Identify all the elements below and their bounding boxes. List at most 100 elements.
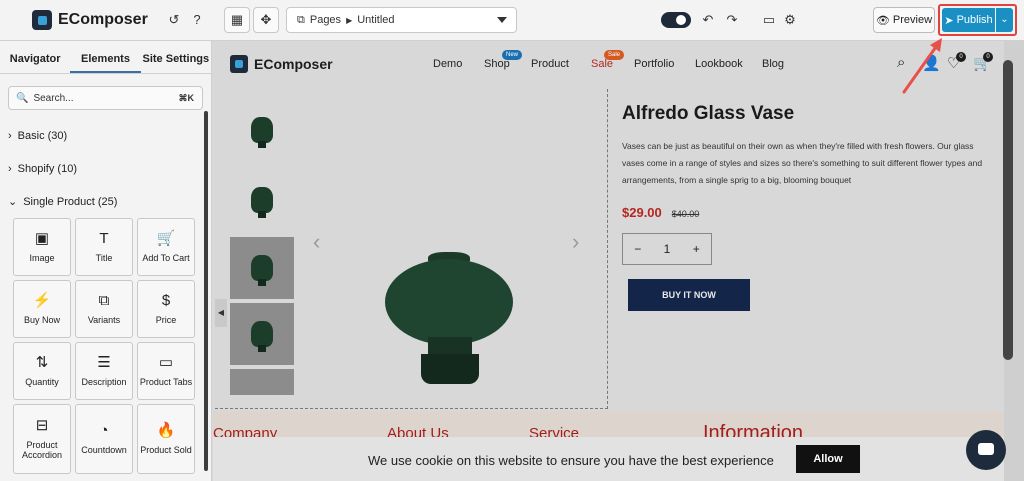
preview-button[interactable]: 👁 Preview bbox=[873, 7, 935, 33]
accordion-icon: ⊟ bbox=[35, 417, 49, 434]
vase-image bbox=[251, 255, 273, 286]
tab-site-settings[interactable]: Site Settings bbox=[141, 41, 211, 73]
product-description: Vases can be just as beautiful on their … bbox=[622, 141, 983, 185]
element-label: Countdown bbox=[81, 445, 127, 455]
product-thumbnail[interactable] bbox=[230, 303, 294, 365]
publish-label: Publish bbox=[956, 14, 993, 26]
chevron-right-icon[interactable]: › bbox=[572, 229, 579, 255]
store-logo[interactable]: EComposer bbox=[230, 55, 333, 73]
redo-icon[interactable]: ↷ bbox=[724, 12, 740, 28]
element-title[interactable]: T Title bbox=[75, 218, 133, 276]
logo-mark-icon bbox=[32, 10, 52, 30]
grid-icon[interactable]: ▦ bbox=[224, 7, 250, 33]
element-buy-now[interactable]: ⚡ Buy Now bbox=[13, 280, 71, 338]
sidebar-scrollbar[interactable] bbox=[204, 111, 208, 471]
product-prices: $29.00 $40.00 bbox=[622, 205, 992, 220]
nav-portfolio[interactable]: Portfolio bbox=[634, 58, 674, 70]
store-header: EComposer Demo Shop New Product Sale Sal… bbox=[213, 41, 1004, 89]
sort-icon: ⇅ bbox=[35, 354, 49, 371]
help-icon[interactable]: ? bbox=[189, 12, 205, 28]
desktop-icon[interactable]: ▭ bbox=[761, 12, 777, 28]
product-thumbnail[interactable] bbox=[230, 237, 294, 299]
gear-icon[interactable]: ⚙ bbox=[782, 12, 798, 28]
send-icon: ➤ bbox=[944, 14, 954, 27]
page-selector[interactable]: ⧉ Pages ▶ Untitled bbox=[286, 7, 517, 33]
chevron-left-icon[interactable]: ‹ bbox=[313, 229, 320, 255]
user-icon[interactable]: 👤 bbox=[922, 54, 941, 72]
image-icon: ▣ bbox=[34, 230, 50, 247]
publish-dropdown-button[interactable]: ⌄ bbox=[996, 8, 1013, 32]
element-label: Product Tabs bbox=[139, 377, 193, 387]
chat-bubble-icon[interactable] bbox=[966, 430, 1006, 470]
chevron-down-icon bbox=[497, 17, 507, 23]
element-label: Image bbox=[29, 253, 55, 263]
history-icon[interactable]: ↺ bbox=[166, 12, 182, 28]
category-label: Basic (30) bbox=[17, 129, 68, 142]
element-image[interactable]: ▣ Image bbox=[13, 218, 71, 276]
tab-elements[interactable]: Elements bbox=[70, 41, 141, 73]
product-thumbnail[interactable] bbox=[230, 169, 294, 231]
breadcrumb-arrow-icon: ▶ bbox=[346, 15, 353, 25]
search-input[interactable]: 🔍 Search... ⌘K bbox=[8, 86, 203, 110]
category-basic[interactable]: › Basic (30) bbox=[0, 119, 211, 152]
element-product-sold[interactable]: 🔥 Product Sold bbox=[137, 404, 195, 474]
tab-navigator[interactable]: Navigator bbox=[0, 41, 70, 73]
bolt-icon: ⚡ bbox=[32, 292, 52, 309]
element-label: Product Sold bbox=[140, 445, 192, 455]
minus-icon[interactable]: − bbox=[634, 242, 641, 256]
element-label: Title bbox=[95, 253, 113, 263]
element-label: Buy Now bbox=[23, 315, 60, 325]
collapse-sidebar-handle[interactable]: ◀ bbox=[215, 299, 227, 327]
element-variants[interactable]: ⧉ Variants bbox=[75, 280, 133, 338]
nav-demo[interactable]: Demo bbox=[433, 58, 462, 70]
vase-body bbox=[385, 259, 513, 345]
buy-now-button[interactable]: BUY IT NOW bbox=[628, 279, 750, 311]
element-countdown[interactable]: ◔ Countdown bbox=[75, 404, 133, 474]
undo-icon[interactable]: ↶ bbox=[700, 12, 716, 28]
product-thumbnail[interactable] bbox=[230, 369, 294, 395]
chevron-right-icon: › bbox=[8, 162, 12, 175]
product-thumbnail[interactable] bbox=[230, 99, 294, 161]
category-single-product[interactable]: ⌄ Single Product (25) bbox=[0, 185, 211, 218]
dark-mode-toggle[interactable] bbox=[661, 12, 691, 28]
category-shopify[interactable]: › Shopify (10) bbox=[0, 152, 211, 185]
publish-button[interactable]: ➤ Publish bbox=[942, 8, 995, 32]
search-icon[interactable]: ⌕ bbox=[897, 54, 905, 71]
tabs-icon: ▭ bbox=[158, 354, 174, 371]
vase-image bbox=[251, 117, 273, 148]
element-price[interactable]: $ Price bbox=[137, 280, 195, 338]
element-add-to-cart[interactable]: 🛒 Add To Cart bbox=[137, 218, 195, 276]
fire-icon: 🔥 bbox=[156, 422, 176, 439]
cart-count: 0 bbox=[983, 52, 993, 62]
timer-icon: ◔ bbox=[99, 422, 109, 439]
chevron-right-icon: › bbox=[8, 129, 12, 142]
cookie-banner: We use cookie on this website to ensure … bbox=[213, 437, 1004, 481]
element-product-tabs[interactable]: ▭ Product Tabs bbox=[137, 342, 195, 400]
page-selector-prefix: Pages bbox=[309, 14, 342, 26]
element-product-accordion[interactable]: ⊟ Product Accordion bbox=[13, 404, 71, 474]
nav-blog[interactable]: Blog bbox=[762, 58, 784, 70]
element-quantity[interactable]: ⇅ Quantity bbox=[13, 342, 71, 400]
new-badge: New bbox=[502, 50, 523, 60]
document-icon: ☰ bbox=[97, 354, 111, 371]
allow-cookies-button[interactable]: Allow bbox=[796, 445, 860, 473]
nav-product[interactable]: Product bbox=[531, 58, 569, 70]
store-name: EComposer bbox=[254, 56, 333, 72]
quantity-value[interactable]: 1 bbox=[664, 242, 671, 256]
nav-lookbook[interactable]: Lookbook bbox=[695, 58, 743, 70]
quantity-stepper: − 1 + bbox=[622, 233, 712, 265]
logo-mark-icon bbox=[230, 55, 248, 73]
element-label: Add To Cart bbox=[142, 253, 190, 263]
search-shortcut: ⌘K bbox=[178, 92, 195, 103]
category-label: Single Product (25) bbox=[23, 195, 118, 208]
top-toolbar: EComposer ↺ ? ▦ ✥ ⧉ Pages ▶ Untitled ↶ ↷… bbox=[0, 0, 1024, 41]
canvas-scrollbar[interactable] bbox=[1003, 60, 1013, 360]
search-icon: 🔍 bbox=[16, 92, 29, 104]
app-name: EComposer bbox=[58, 11, 148, 28]
cart-icon: 🛒 bbox=[156, 230, 176, 247]
plus-icon[interactable]: + bbox=[693, 242, 700, 256]
puzzle-icon[interactable]: ✥ bbox=[253, 7, 279, 33]
element-label: Variants bbox=[87, 315, 121, 325]
vase-base bbox=[421, 354, 479, 384]
element-description[interactable]: ☰ Description bbox=[75, 342, 133, 400]
